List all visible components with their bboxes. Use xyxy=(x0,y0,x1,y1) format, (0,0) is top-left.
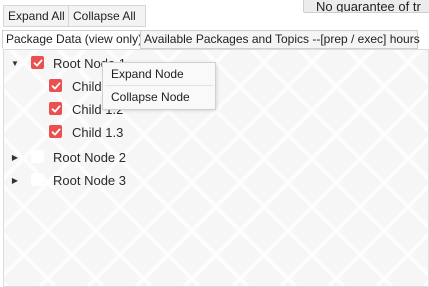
tree-node-label: Child 1.3 xyxy=(72,125,124,140)
checkbox-child-1-3[interactable] xyxy=(49,125,62,138)
disclaimer-banner: No guarantee of tr xyxy=(303,0,429,13)
collapse-all-button[interactable]: Collapse All xyxy=(68,5,146,27)
check-icon xyxy=(51,82,61,90)
tree-node-label: Root Node 2 xyxy=(53,150,126,165)
checkbox-root-1[interactable] xyxy=(31,56,44,69)
tree-panel: ▼ Root Node 1 Child 1.1 Child 1.2 Child … xyxy=(3,49,429,287)
toolbar: Expand All Collapse All No guarantee of … xyxy=(0,0,429,29)
tab-package-data[interactable]: Package Data (view only) xyxy=(2,30,142,49)
checkbox-root-2[interactable] xyxy=(31,150,44,163)
tab-available-packages[interactable]: Available Packages and Topics --[prep / … xyxy=(140,30,420,49)
expand-all-button[interactable]: Expand All xyxy=(3,5,73,27)
check-icon xyxy=(51,105,61,113)
disclaimer-text: No guarantee of tr xyxy=(316,0,421,13)
tree-node-child-1-3[interactable]: Child 1.3 xyxy=(49,124,199,142)
tree-node-root-3[interactable]: ▶ Root Node 3 xyxy=(10,172,210,190)
triangle-right-icon[interactable]: ▶ xyxy=(10,152,20,164)
tree-node-label: Root Node 3 xyxy=(53,173,126,188)
tree-node-root-2[interactable]: ▶ Root Node 2 xyxy=(10,149,210,167)
check-icon xyxy=(33,59,43,67)
triangle-right-icon[interactable]: ▶ xyxy=(10,175,20,187)
checkbox-child-1-2[interactable] xyxy=(49,102,62,115)
triangle-down-icon[interactable]: ▼ xyxy=(10,58,20,70)
checkbox-root-3[interactable] xyxy=(31,173,44,186)
tab-strip: Package Data (view only) Available Packa… xyxy=(0,29,429,49)
context-menu-label: Expand Node xyxy=(111,67,184,81)
check-icon xyxy=(51,128,61,136)
context-menu-collapse-node[interactable]: Collapse Node xyxy=(103,86,215,108)
context-menu-expand-node[interactable]: Expand Node xyxy=(103,63,215,85)
checkbox-child-1-1[interactable] xyxy=(49,79,62,92)
context-menu-label: Collapse Node xyxy=(111,90,190,104)
context-menu: Expand Node Collapse Node xyxy=(102,62,216,110)
